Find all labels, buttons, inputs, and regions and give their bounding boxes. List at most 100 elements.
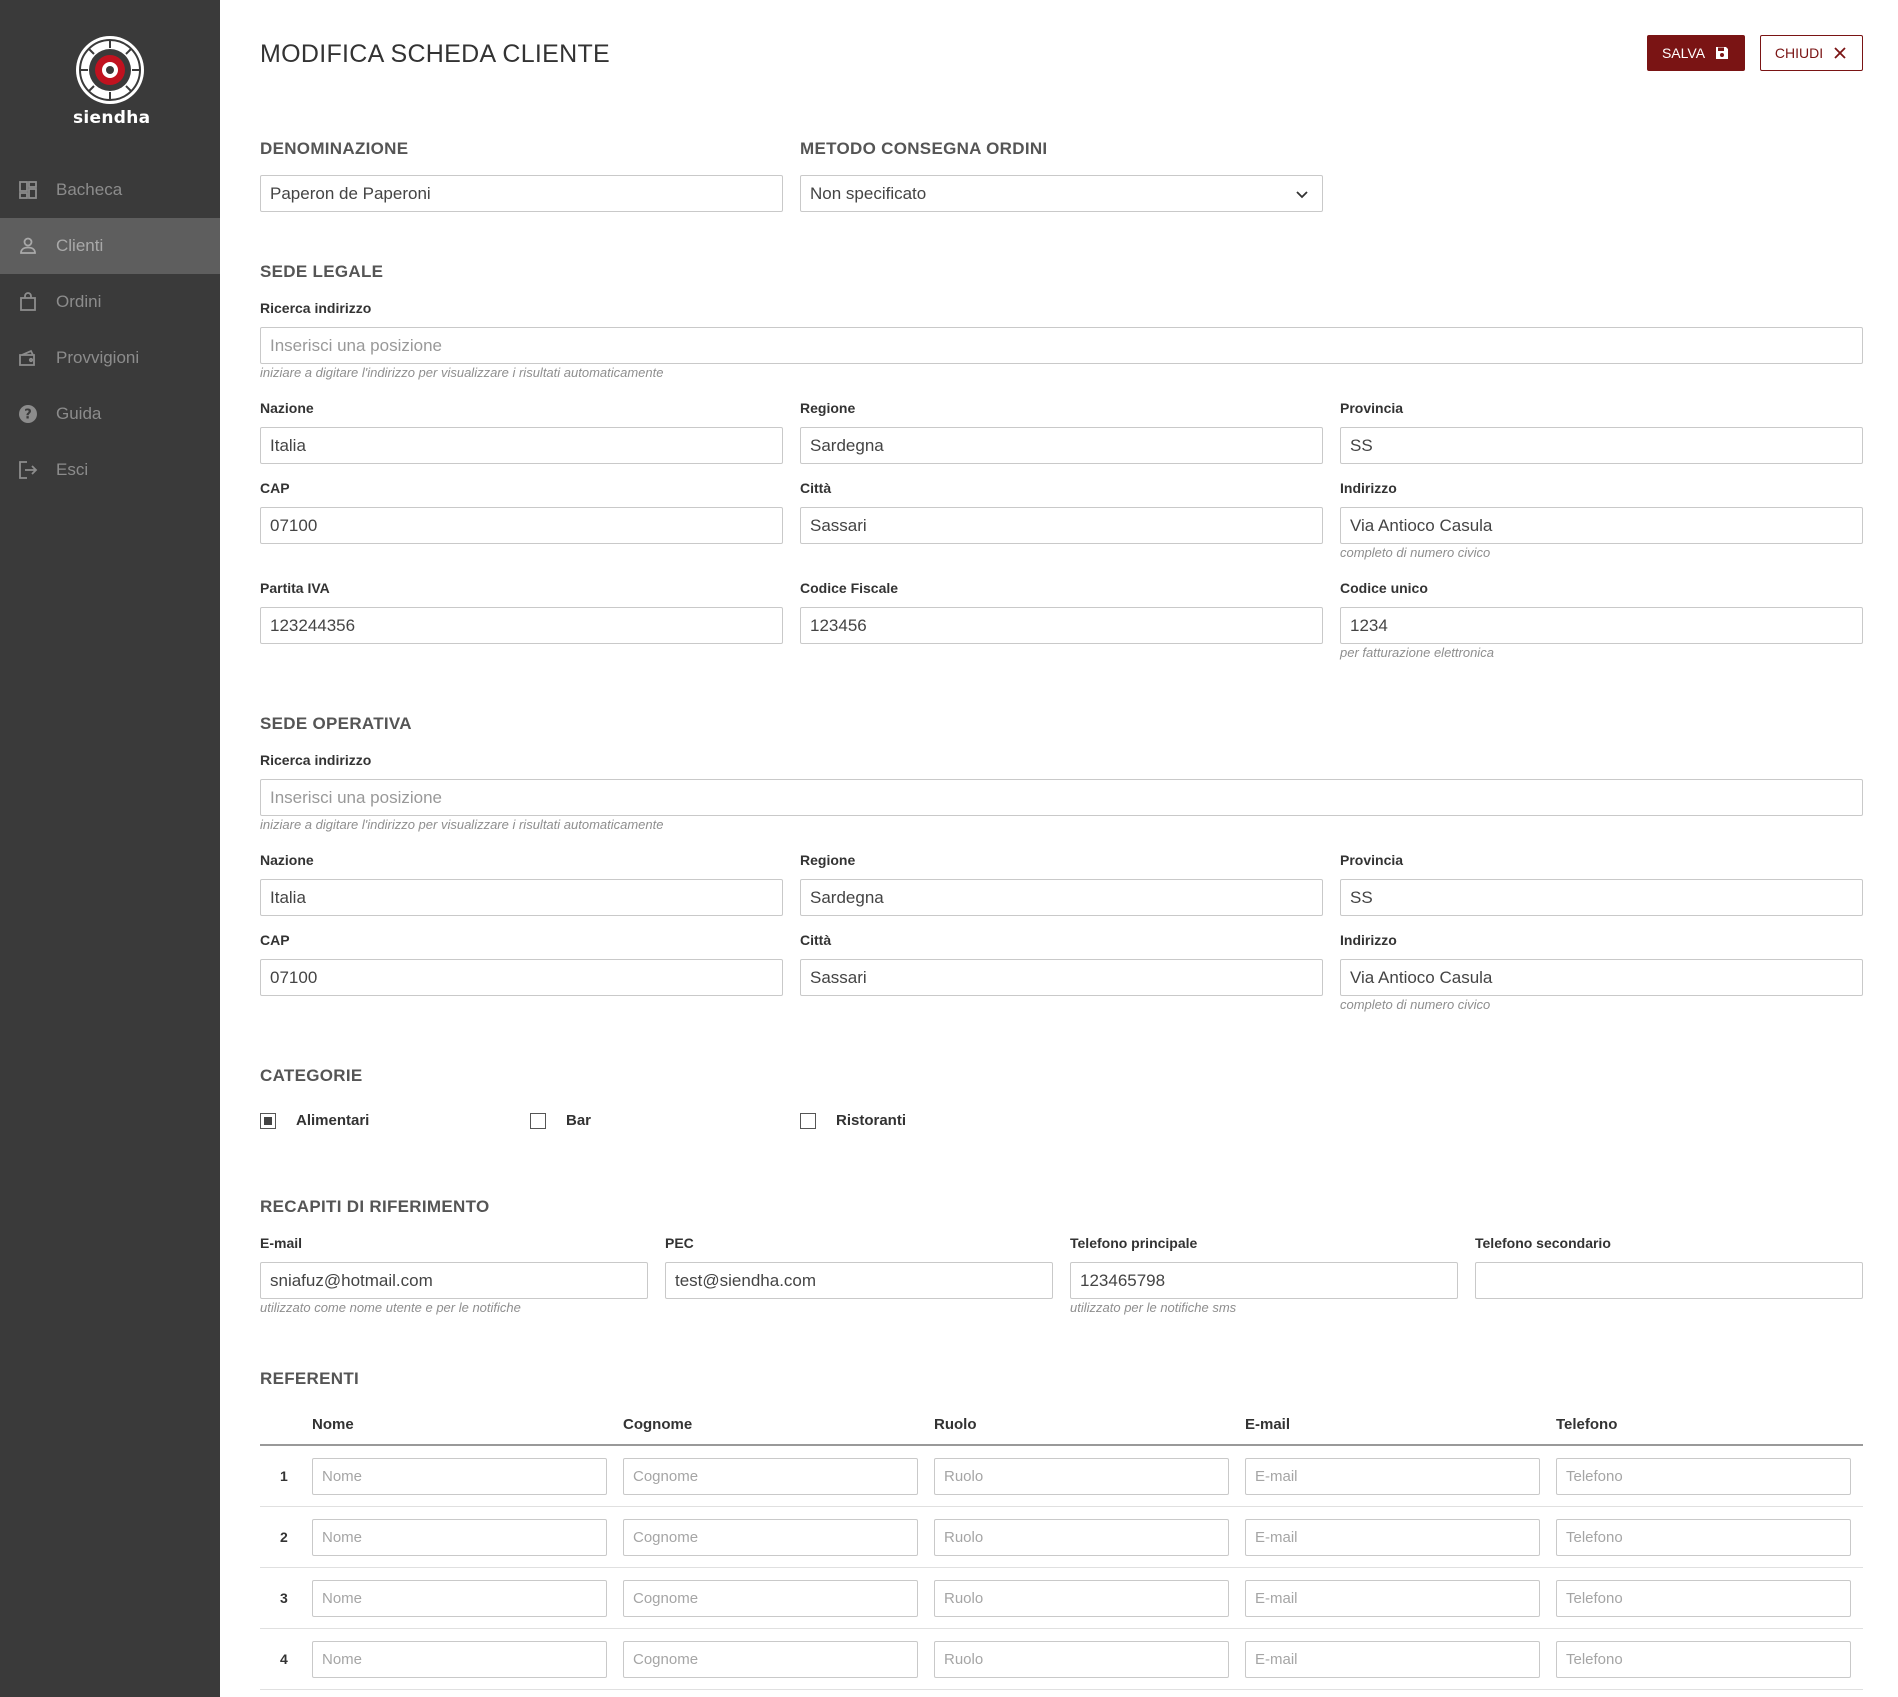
recapiti-title: RECAPITI DI RIFERIMENTO <box>260 1197 490 1216</box>
operativa-regione-input[interactable] <box>800 879 1323 916</box>
referenti-title: REFERENTI <box>260 1369 360 1388</box>
referente-cognome-input[interactable] <box>623 1641 918 1678</box>
cap-label: CAP <box>260 480 290 496</box>
referente-email-input[interactable] <box>1245 1580 1540 1617</box>
provincia-label: Provincia <box>1340 400 1404 416</box>
telefono-principale-help: utilizzato per le notifiche sms <box>1070 1300 1237 1315</box>
row-number: 2 <box>280 1529 288 1545</box>
checkbox-unchecked-icon <box>530 1112 546 1129</box>
close-icon <box>1834 47 1846 59</box>
referente-telefono-input[interactable] <box>1556 1641 1851 1678</box>
referente-nome-input[interactable] <box>312 1580 607 1617</box>
close-button[interactable]: CHIUDI <box>1760 35 1863 71</box>
referente-telefono-input[interactable] <box>1556 1519 1851 1556</box>
codice-fiscale-input[interactable] <box>800 607 1323 644</box>
ricerca-indirizzo-label: Ricerca indirizzo <box>260 300 372 316</box>
codice-unico-help: per fatturazione elettronica <box>1340 645 1494 660</box>
legale-ricerca-indirizzo-input[interactable] <box>260 327 1863 364</box>
operativa-nazione-input[interactable] <box>260 879 783 916</box>
close-button-label: CHIUDI <box>1774 45 1824 61</box>
indirizzo-help: completo di numero civico <box>1340 997 1491 1012</box>
svg-text:?: ? <box>24 408 32 423</box>
help-icon: ? <box>18 404 38 424</box>
partita-iva-label: Partita IVA <box>260 580 330 596</box>
referente-nome-input[interactable] <box>312 1458 607 1495</box>
categoria-ristoranti-checkbox[interactable]: Ristoranti <box>800 1112 906 1129</box>
telefono-secondario-input[interactable] <box>1475 1262 1863 1299</box>
referente-ruolo-input[interactable] <box>934 1641 1229 1678</box>
metodo-consegna-title: METODO CONSEGNA ORDINI <box>800 139 1048 158</box>
regione-label: Regione <box>800 400 856 416</box>
indirizzo-label: Indirizzo <box>1340 932 1397 948</box>
checkbox-label: Bar <box>566 1112 592 1129</box>
row-divider <box>260 1628 1863 1629</box>
indirizzo-help: completo di numero civico <box>1340 545 1491 560</box>
checkbox-label: Alimentari <box>296 1112 370 1129</box>
codice-fiscale-label: Codice Fiscale <box>800 580 899 596</box>
operativa-indirizzo-input[interactable] <box>1340 959 1863 996</box>
denominazione-title: DENOMINAZIONE <box>260 139 409 158</box>
referente-email-input[interactable] <box>1245 1458 1540 1495</box>
referente-nome-input[interactable] <box>312 1641 607 1678</box>
save-button[interactable]: SALVA <box>1647 35 1745 71</box>
operativa-ricerca-indirizzo-input[interactable] <box>260 779 1863 816</box>
metodo-consegna-select[interactable]: Non specificato <box>800 175 1323 212</box>
sede-legale-title: SEDE LEGALE <box>260 262 384 281</box>
email-input[interactable] <box>260 1262 648 1299</box>
codice-unico-label: Codice unico <box>1340 580 1428 596</box>
referente-cognome-input[interactable] <box>623 1458 918 1495</box>
referente-email-input[interactable] <box>1245 1641 1540 1678</box>
referente-telefono-input[interactable] <box>1556 1458 1851 1495</box>
referente-cognome-input[interactable] <box>623 1580 918 1617</box>
column-header-ruolo: Ruolo <box>934 1416 977 1433</box>
column-header-cognome: Cognome <box>623 1416 693 1433</box>
denominazione-input[interactable] <box>260 175 783 212</box>
sidebar-item-provvigioni[interactable]: Provvigioni <box>0 330 220 386</box>
row-divider <box>260 1689 1863 1690</box>
operativa-cap-input[interactable] <box>260 959 783 996</box>
email-help: utilizzato come nome utente e per le not… <box>260 1300 521 1315</box>
sidebar-item-guida[interactable]: ? Guida <box>0 386 220 442</box>
pec-label: PEC <box>665 1235 694 1251</box>
legale-cap-input[interactable] <box>260 507 783 544</box>
referente-ruolo-input[interactable] <box>934 1580 1229 1617</box>
categoria-bar-checkbox[interactable]: Bar <box>530 1112 591 1129</box>
referente-telefono-input[interactable] <box>1556 1580 1851 1617</box>
sidebar-item-esci[interactable]: Esci <box>0 442 220 498</box>
user-icon <box>18 236 38 256</box>
pec-input[interactable] <box>665 1262 1053 1299</box>
sidebar-item-ordini[interactable]: Ordini <box>0 274 220 330</box>
sidebar-item-label: Provvigioni <box>56 348 140 367</box>
column-header-telefono: Telefono <box>1556 1416 1618 1433</box>
sidebar-item-bacheca[interactable]: Bacheca <box>0 162 220 218</box>
checkbox-checked-icon <box>260 1112 276 1129</box>
row-number: 3 <box>280 1590 288 1606</box>
legale-indirizzo-input[interactable] <box>1340 507 1863 544</box>
save-button-label: SALVA <box>1661 45 1706 61</box>
telefono-principale-input[interactable] <box>1070 1262 1458 1299</box>
sidebar-item-clienti[interactable]: Clienti <box>0 218 220 274</box>
legale-nazione-input[interactable] <box>260 427 783 464</box>
legale-provincia-input[interactable] <box>1340 427 1863 464</box>
legale-regione-input[interactable] <box>800 427 1323 464</box>
provincia-label: Provincia <box>1340 852 1404 868</box>
wallet-icon <box>18 348 38 368</box>
codice-unico-input[interactable] <box>1340 607 1863 644</box>
ricerca-indirizzo-label: Ricerca indirizzo <box>260 752 372 768</box>
bag-icon <box>18 292 38 312</box>
partita-iva-input[interactable] <box>260 607 783 644</box>
operativa-provincia-input[interactable] <box>1340 879 1863 916</box>
categoria-alimentari-checkbox[interactable]: Alimentari <box>260 1112 369 1129</box>
indirizzo-label: Indirizzo <box>1340 480 1397 496</box>
referente-cognome-input[interactable] <box>623 1519 918 1556</box>
referente-ruolo-input[interactable] <box>934 1458 1229 1495</box>
operativa-citta-input[interactable] <box>800 959 1323 996</box>
sidebar: siendha Bacheca Clienti Ordini Provvigio… <box>0 0 220 1697</box>
referente-email-input[interactable] <box>1245 1519 1540 1556</box>
referente-ruolo-input[interactable] <box>934 1519 1229 1556</box>
column-header-email: E-mail <box>1245 1416 1291 1433</box>
referente-nome-input[interactable] <box>312 1519 607 1556</box>
table-header-divider <box>260 1444 1863 1446</box>
legale-citta-input[interactable] <box>800 507 1323 544</box>
sidebar-item-label: Guida <box>56 404 102 423</box>
